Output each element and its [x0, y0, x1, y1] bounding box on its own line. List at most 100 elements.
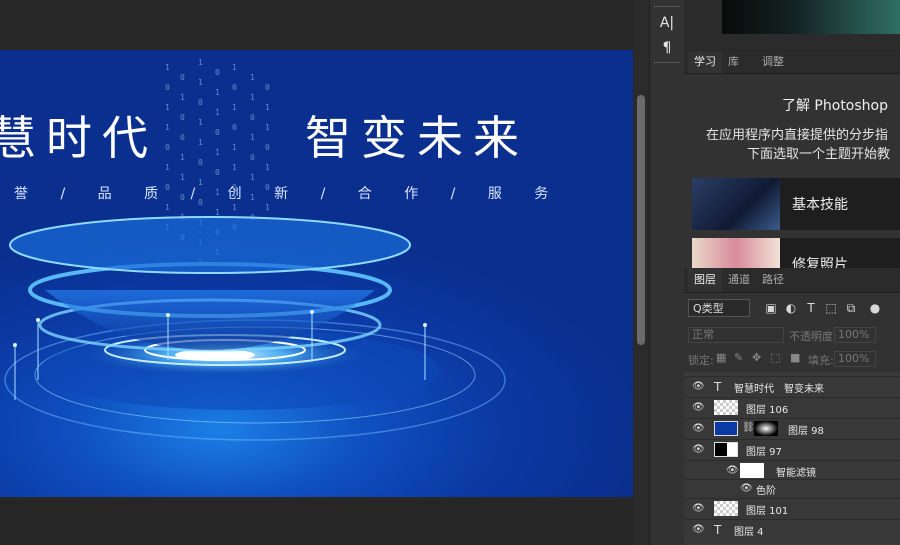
artwork-title-left: 慧时代 [0, 111, 158, 165]
canvas-vertical-scrollbar[interactable] [634, 0, 649, 545]
tab-libraries[interactable]: 库 [722, 51, 745, 73]
color-gradient-picker[interactable] [722, 0, 900, 34]
lock-paint-icon[interactable]: ✎ [734, 351, 743, 364]
svg-text:0: 0 [232, 83, 237, 92]
lock-all-icon[interactable]: ■ [790, 351, 800, 364]
lock-artboard-icon[interactable]: ⬚ [770, 351, 780, 364]
smart-object-thumbnail [714, 442, 738, 457]
card-label: 基本技能 [792, 197, 848, 213]
type-filter-icon[interactable]: T [804, 301, 818, 315]
smart-object-thumbnail [714, 501, 738, 516]
link-icon[interactable]: ⛓ [742, 422, 755, 433]
layers-panel-tabs: 图层 通道 路径 [684, 268, 900, 293]
learn-panel: 学习 库 调整 了解 Photoshop 在应用程序内直接提供的分步指 下面选取… [684, 51, 900, 268]
layers-panel: 图层 通道 路径 Q类型 ▣ ◐ T ⬚ ⧉ ● 正常 不透明度: 100% 锁… [684, 268, 900, 545]
strip-divider [654, 62, 680, 63]
card-thumbnail [692, 178, 780, 230]
svg-text:0: 0 [165, 83, 170, 92]
svg-text:1: 1 [215, 208, 220, 217]
opacity-field[interactable]: 100% [834, 327, 876, 343]
tab-paths[interactable]: 路径 [756, 268, 790, 292]
svg-text:0: 0 [215, 168, 220, 177]
layer-thumbnail [714, 400, 738, 415]
eye-icon[interactable]: 👁 [692, 423, 705, 435]
layer-name: 智能滤镜 [776, 468, 816, 479]
color-panel [684, 0, 900, 50]
eye-icon[interactable]: 👁 [726, 465, 739, 477]
lock-transparency-icon[interactable]: ▦ [716, 351, 726, 364]
learn-card-basic-skills[interactable]: 基本技能 [692, 178, 900, 230]
svg-text:1: 1 [165, 163, 170, 172]
character-panel-icon[interactable]: A| [655, 13, 679, 33]
tab-learn[interactable]: 学习 [688, 51, 722, 73]
svg-text:1: 1 [250, 173, 255, 182]
eye-icon[interactable]: 👁 [692, 503, 705, 515]
fill-field[interactable]: 100% [834, 351, 876, 367]
layer-filter-bar: Q类型 ▣ ◐ T ⬚ ⧉ ● [684, 296, 900, 322]
filter-mask-thumbnail [740, 463, 764, 478]
tab-adjustments[interactable]: 调整 [756, 51, 790, 73]
layer-row[interactable]: 👁 T 智慧时代 智变未来 [684, 376, 900, 397]
layer-row[interactable]: 👁 图层 101 [684, 498, 900, 519]
blend-mode-select[interactable]: 正常 [688, 327, 784, 343]
svg-text:1: 1 [198, 78, 203, 87]
eye-icon[interactable]: 👁 [692, 444, 705, 456]
blend-opacity-row: 正常 不透明度: 100% [684, 324, 900, 346]
layer-thumbnail [714, 421, 738, 436]
text-layer-icon: T [714, 380, 722, 394]
tab-channels[interactable]: 通道 [722, 268, 756, 292]
layer-row[interactable]: 👁 图层 106 [684, 397, 900, 418]
svg-text:0: 0 [215, 68, 220, 77]
tab-layers[interactable]: 图层 [688, 268, 722, 292]
layer-row[interactable]: 👁 T 图层 4 [684, 519, 900, 540]
eye-icon[interactable]: 👁 [692, 402, 705, 414]
eye-icon[interactable]: 👁 [692, 381, 705, 393]
svg-text:1: 1 [180, 93, 185, 102]
pixel-filter-icon[interactable]: ▣ [764, 301, 778, 315]
panel-icon-strip: A| ¶ [649, 0, 685, 545]
layer-mask-thumbnail[interactable] [754, 421, 778, 436]
lock-position-icon[interactable]: ✥ [752, 351, 761, 364]
text-layer-icon: T [714, 523, 722, 537]
layer-name: 图层 98 [788, 426, 824, 437]
lock-label: 锁定: [688, 354, 714, 367]
strip-divider [654, 6, 680, 7]
svg-text:1: 1 [232, 203, 237, 212]
learn-description-line2: 下面选取一个主题开始教 [747, 147, 891, 162]
svg-text:0: 0 [180, 73, 185, 82]
layer-row[interactable]: 👁 ⛓ 图层 98 [684, 418, 900, 439]
svg-text:1: 1 [265, 203, 270, 212]
learn-card-fix-photo[interactable]: 修复照片 [692, 238, 900, 268]
svg-text:0: 0 [265, 83, 270, 92]
scrollbar-thumb[interactable] [637, 95, 645, 345]
filter-toggle-icon[interactable]: ● [868, 301, 882, 315]
paragraph-panel-icon[interactable]: ¶ [655, 38, 679, 58]
layer-name: 色阶 [756, 486, 776, 497]
lock-fill-row: 锁定: ▦ ✎ ✥ ⬚ ■ 填充: 100% [684, 348, 900, 370]
layer-row[interactable]: 👁 图层 97 [684, 439, 900, 460]
opacity-label: 不透明度: [789, 330, 837, 343]
artwork-subtitle: 誉 / 品 质 / 创 新 / 合 作 / 服 务 [14, 186, 563, 202]
document-canvas[interactable]: 101101011 010011010 11011010110 01101011… [0, 0, 633, 545]
svg-text:1: 1 [180, 173, 185, 182]
layer-kind-filter[interactable]: Q类型 [688, 299, 750, 317]
eye-icon[interactable]: 👁 [740, 483, 753, 495]
svg-text:1: 1 [232, 63, 237, 72]
shape-filter-icon[interactable]: ⬚ [824, 301, 838, 315]
smart-object-filter-icon[interactable]: ⧉ [844, 301, 858, 315]
svg-text:1: 1 [165, 203, 170, 212]
filter-item-row[interactable]: 👁 色阶 [684, 479, 900, 498]
svg-text:1: 1 [265, 163, 270, 172]
eye-icon[interactable]: 👁 [692, 524, 705, 536]
layer-name: 图层 106 [746, 405, 789, 416]
svg-text:1: 1 [250, 73, 255, 82]
layer-list: 👁 T 智慧时代 智变未来 👁 图层 106 👁 ⛓ 图层 98 👁 图层 97… [684, 372, 900, 545]
smart-filter-row[interactable]: 👁 智能滤镜 [684, 460, 900, 481]
svg-text:1: 1 [215, 88, 220, 97]
adjustment-filter-icon[interactable]: ◐ [784, 301, 798, 315]
canvas-bottom-pasteboard [0, 500, 633, 545]
fill-label: 填充: [808, 354, 834, 367]
svg-text:1: 1 [198, 58, 203, 67]
svg-text:1: 1 [250, 93, 255, 102]
artwork-image[interactable]: 101101011 010011010 11011010110 01101011… [0, 50, 633, 497]
